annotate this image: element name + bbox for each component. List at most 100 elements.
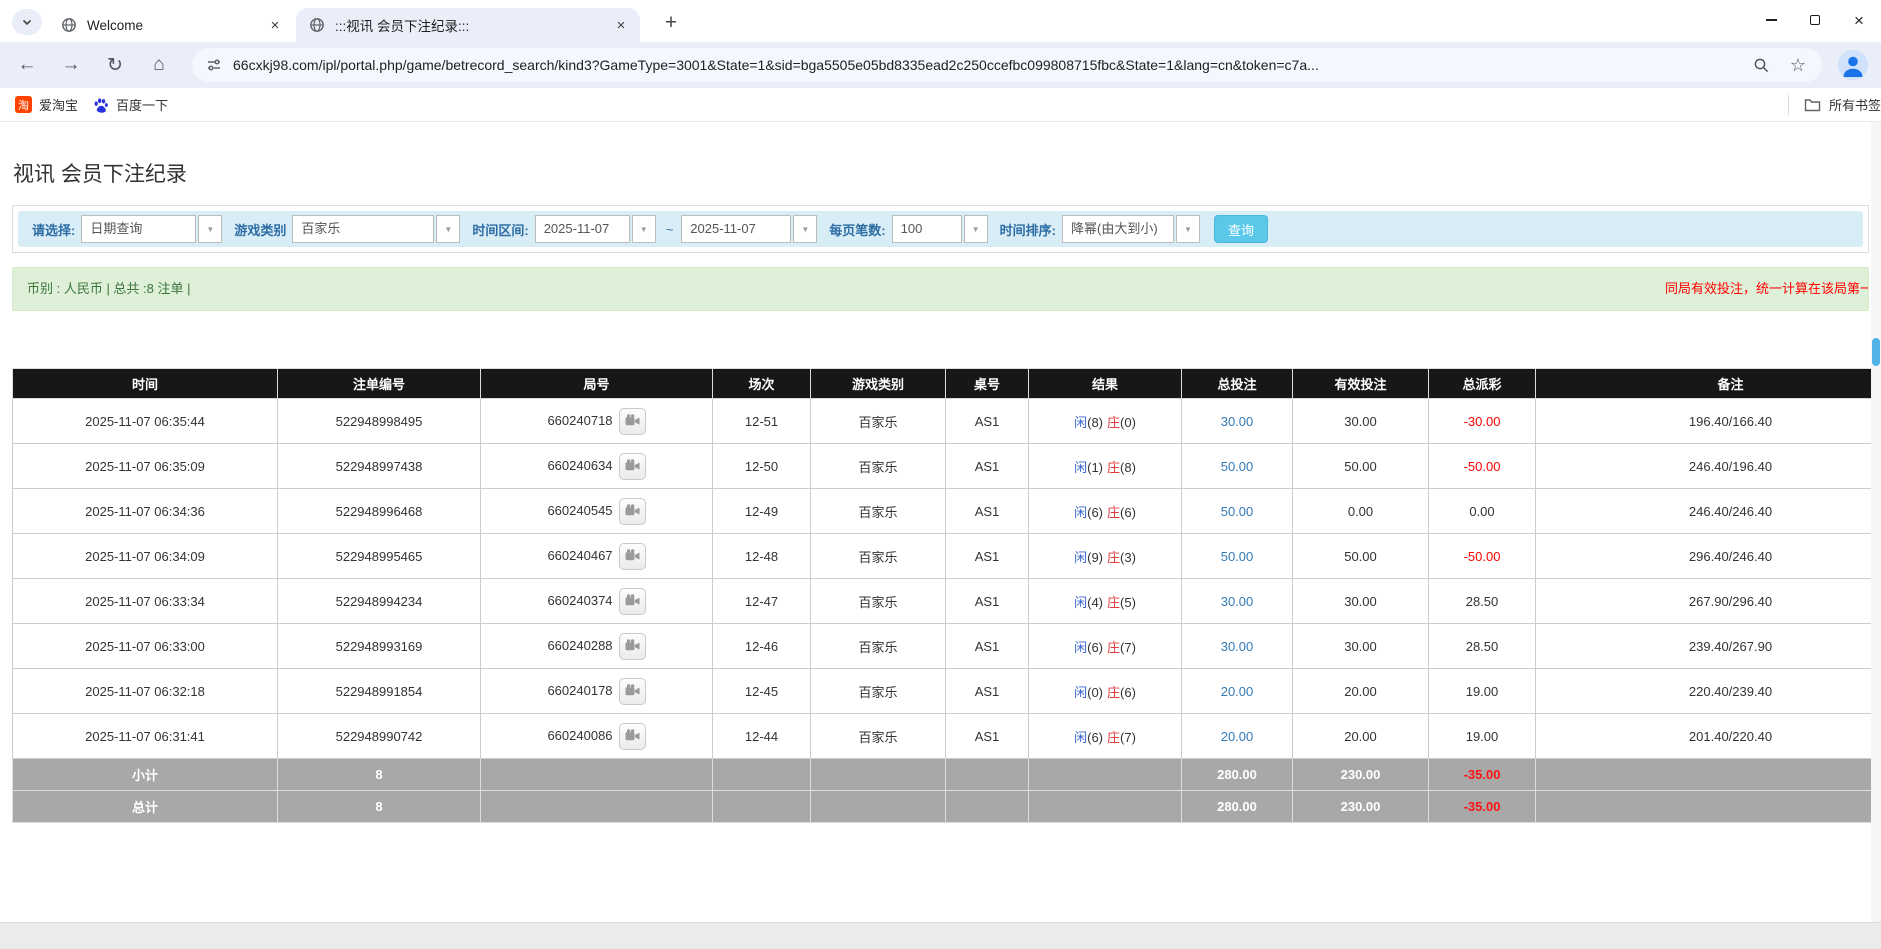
- time-cell: 2025-11-07 06:33:34: [13, 579, 278, 624]
- total-bet-link[interactable]: 20.00: [1182, 669, 1293, 714]
- subtotal-cell: [1029, 759, 1182, 791]
- session-cell: 12-49: [713, 489, 811, 534]
- result-cell: 闲(0)庄(6): [1029, 669, 1182, 714]
- close-tab-icon[interactable]: ×: [612, 16, 630, 34]
- total-bet-link[interactable]: 30.00: [1182, 579, 1293, 624]
- video-replay-button[interactable]: [619, 408, 646, 435]
- page-size-value[interactable]: 100: [892, 215, 962, 243]
- total-bet-link[interactable]: 30.00: [1182, 399, 1293, 444]
- bookmark-taobao[interactable]: 淘 爱淘宝: [15, 95, 78, 114]
- dropdown-arrow-icon[interactable]: ▼: [632, 215, 656, 243]
- query-type-value[interactable]: 日期查询: [81, 215, 196, 243]
- total-bet-link[interactable]: 30.00: [1182, 624, 1293, 669]
- date-to-picker[interactable]: 2025-11-07 ▼: [681, 215, 817, 243]
- note-cell: 246.40/196.40: [1536, 444, 1881, 489]
- search-button[interactable]: 查询: [1214, 215, 1268, 243]
- bet-id-cell: 522948996468: [278, 489, 481, 534]
- tab-title: Welcome: [87, 18, 266, 33]
- scrollbar-thumb[interactable]: [1872, 338, 1880, 366]
- valid-bet-cell: 30.00: [1293, 579, 1429, 624]
- total-bet-link[interactable]: 20.00: [1182, 714, 1293, 759]
- total-bet-link[interactable]: 50.00: [1182, 534, 1293, 579]
- date-from-value[interactable]: 2025-11-07: [535, 215, 630, 243]
- video-replay-button[interactable]: [619, 498, 646, 525]
- address-bar[interactable]: 66cxkj98.com/ipl/portal.php/game/betreco…: [192, 48, 1822, 82]
- result-cell: 闲(6)庄(7): [1029, 624, 1182, 669]
- tab-bet-records[interactable]: :::视讯 会员下注纪录::: ×: [296, 8, 640, 42]
- bet-id-cell: 522948998495: [278, 399, 481, 444]
- total-bet-link[interactable]: 50.00: [1182, 444, 1293, 489]
- table-header-row: 时间注单编号局号场次游戏类别桌号结果总投注有效投注总派彩备注: [13, 369, 1881, 399]
- video-replay-icon: [625, 414, 640, 428]
- scrollbar-track[interactable]: [1871, 122, 1881, 922]
- column-header: 结果: [1029, 369, 1182, 399]
- url-text: 66cxkj98.com/ipl/portal.php/game/betreco…: [233, 57, 1743, 73]
- back-button[interactable]: ←: [10, 48, 44, 82]
- subtotal-cell: [713, 759, 811, 791]
- page-content: 视讯 会员下注纪录 请选择: 日期查询 ▼ 游戏类别 百家乐 ▼ 时间区间: 2…: [0, 122, 1881, 949]
- dropdown-arrow-icon[interactable]: ▼: [1176, 215, 1200, 243]
- tab-search-button[interactable]: [12, 9, 42, 35]
- table-no-cell: AS1: [946, 399, 1029, 444]
- time-cell: 2025-11-07 06:34:09: [13, 534, 278, 579]
- video-replay-button[interactable]: [619, 588, 646, 615]
- date-from-picker[interactable]: 2025-11-07 ▼: [535, 215, 656, 243]
- video-replay-button[interactable]: [619, 678, 646, 705]
- total-cell: [1536, 791, 1881, 823]
- home-button[interactable]: ⌂: [142, 48, 176, 82]
- note-cell: 201.40/220.40: [1536, 714, 1881, 759]
- close-window-button[interactable]: ×: [1837, 0, 1881, 40]
- video-replay-button[interactable]: [619, 723, 646, 750]
- bookmark-baidu[interactable]: 百度一下: [93, 95, 168, 114]
- video-replay-button[interactable]: [619, 543, 646, 570]
- total-bet-link[interactable]: 50.00: [1182, 489, 1293, 534]
- total-cell: -35.00: [1429, 791, 1536, 823]
- search-lens-icon[interactable]: [1753, 57, 1770, 74]
- reload-button[interactable]: ↻: [98, 48, 132, 82]
- game-type-cell: 百家乐: [811, 669, 946, 714]
- dropdown-arrow-icon[interactable]: ▼: [436, 215, 460, 243]
- subtotal-cell: [946, 759, 1029, 791]
- session-cell: 12-46: [713, 624, 811, 669]
- game-type-value[interactable]: 百家乐: [292, 215, 434, 243]
- table-no-cell: AS1: [946, 579, 1029, 624]
- site-info-button[interactable]: [206, 57, 222, 73]
- table-no-cell: AS1: [946, 714, 1029, 759]
- valid-bet-cell: 50.00: [1293, 534, 1429, 579]
- result-cell: 闲(4)庄(5): [1029, 579, 1182, 624]
- all-bookmarks-button[interactable]: 所有书签: [1804, 95, 1881, 114]
- video-replay-button[interactable]: [619, 453, 646, 480]
- time-cell: 2025-11-07 06:34:36: [13, 489, 278, 534]
- new-tab-button[interactable]: +: [658, 10, 684, 36]
- maximize-button[interactable]: [1793, 0, 1837, 40]
- total-cell: 8: [278, 791, 481, 823]
- close-tab-icon[interactable]: ×: [266, 16, 284, 34]
- tab-title: :::视讯 会员下注纪录:::: [335, 15, 612, 35]
- date-to-value[interactable]: 2025-11-07: [681, 215, 791, 243]
- bookmark-star-icon[interactable]: ☆: [1790, 56, 1806, 74]
- dropdown-arrow-icon[interactable]: ▼: [198, 215, 222, 243]
- dropdown-arrow-icon[interactable]: ▼: [964, 215, 988, 243]
- dropdown-arrow-icon[interactable]: ▼: [793, 215, 817, 243]
- table-row: 2025-11-07 06:34:09522948995465660240467…: [13, 534, 1881, 579]
- column-header: 注单编号: [278, 369, 481, 399]
- minimize-button[interactable]: [1749, 0, 1793, 40]
- forward-button[interactable]: →: [54, 48, 88, 82]
- video-replay-button[interactable]: [619, 633, 646, 660]
- sort-order-combobox[interactable]: 降幂(由大到小) ▼: [1062, 215, 1200, 243]
- globe-icon: [61, 17, 77, 33]
- game-type-combobox[interactable]: 百家乐 ▼: [292, 215, 460, 243]
- tab-welcome[interactable]: Welcome ×: [48, 8, 294, 42]
- query-type-combobox[interactable]: 日期查询 ▼: [81, 215, 222, 243]
- page-size-combobox[interactable]: 100 ▼: [892, 215, 988, 243]
- select-type-label: 请选择:: [32, 220, 75, 239]
- time-cell: 2025-11-07 06:35:44: [13, 399, 278, 444]
- profile-avatar[interactable]: [1838, 50, 1868, 80]
- folder-icon: [1804, 97, 1821, 112]
- rule-notice-text: 同局有效投注，统一计算在该局第一张注单内！: [1665, 268, 1869, 310]
- sort-order-value[interactable]: 降幂(由大到小): [1062, 215, 1174, 243]
- table-row: 2025-11-07 06:34:36522948996468660240545…: [13, 489, 1881, 534]
- round-cell: 660240467: [481, 534, 713, 579]
- maximize-icon: [1810, 15, 1820, 25]
- page-title: 视讯 会员下注纪录: [13, 158, 187, 188]
